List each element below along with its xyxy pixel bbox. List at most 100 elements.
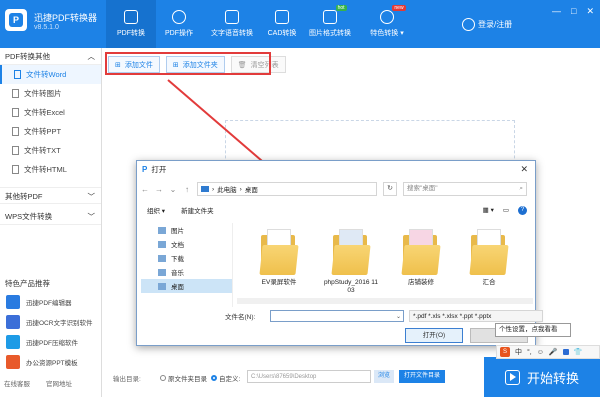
nav-pdf-convert[interactable]: PDF转换 xyxy=(106,0,156,48)
organize-menu[interactable]: 组织 ▾ xyxy=(147,205,165,215)
sidebar-item-image[interactable]: 文件转图片 xyxy=(0,84,101,103)
app-version: v8.5.1.0 xyxy=(34,24,59,31)
file-icon xyxy=(14,70,21,79)
ocr-icon xyxy=(6,315,20,329)
output-path-field[interactable]: C:\Users\87659\Desktop xyxy=(247,370,371,383)
dialog-search-input[interactable]: 搜索"桌面" ⌕ xyxy=(403,182,527,196)
gear-icon xyxy=(172,10,186,24)
filename-input[interactable] xyxy=(270,310,404,322)
sidebar-item-excel[interactable]: 文件转Excel xyxy=(0,103,101,122)
folder-tree: 图片 文档 下载 音乐 桌面 xyxy=(141,223,233,307)
output-label: 输出目录: xyxy=(113,376,141,383)
featured-title: 特色产品推荐 xyxy=(5,279,50,288)
back-icon[interactable]: ← xyxy=(141,185,149,194)
file-icon xyxy=(12,108,19,117)
sidebar-item-word[interactable]: 文件转Word xyxy=(0,65,101,84)
file-icon xyxy=(12,165,19,174)
nav-special[interactable]: 特色转换 ▾ new xyxy=(360,0,414,48)
dialog-close-button[interactable]: ✕ xyxy=(520,164,528,175)
chevron-down-icon[interactable]: ⌄ xyxy=(396,313,401,320)
folder-icon xyxy=(401,229,441,275)
browse-button[interactable]: 浏览 xyxy=(374,370,395,383)
app-title: 迅捷PDF转换器 xyxy=(34,13,98,23)
start-convert-button[interactable]: 开始转换 xyxy=(484,357,600,397)
nav-image-format[interactable]: 图片格式转换 hot xyxy=(302,0,358,48)
refresh-button[interactable]: ↻ xyxy=(383,182,397,196)
nav-pdf-operate[interactable]: PDF操作 xyxy=(156,0,202,48)
new-folder-button[interactable]: 新建文件夹 xyxy=(181,205,214,215)
sidebar: PDF转换其他 ︿ 文件转Word 文件转图片 文件转Excel 文件转PPT 文… xyxy=(0,48,102,397)
sidebar-item-html[interactable]: 文件转HTML xyxy=(0,160,101,179)
featured-ppt-template[interactable]: 办公资源PPT模板 xyxy=(6,354,78,370)
folder-icon xyxy=(331,229,371,275)
tree-item-desktop[interactable]: 桌面 xyxy=(141,279,232,293)
sidebar-item-ppt[interactable]: 文件转PPT xyxy=(0,122,101,141)
star-icon xyxy=(380,10,394,24)
folder-item[interactable]: 店铺装修 xyxy=(391,229,451,287)
ime-toolbar[interactable]: S 中 °, ☺ 🎤 👕 xyxy=(496,345,600,359)
minimize-button[interactable]: — xyxy=(552,6,561,17)
sidebar-section-pdf-to-other[interactable]: PDF转换其他 ︿ xyxy=(0,48,101,65)
folder-item[interactable]: EV录屏软件 xyxy=(249,229,309,287)
skin-icon: 👕 xyxy=(573,349,583,356)
website-link[interactable]: 官网地址 xyxy=(46,378,72,388)
featured-compress[interactable]: 迅捷PDF压缩软件 xyxy=(6,334,78,350)
ppt-icon xyxy=(6,355,20,369)
folder-item[interactable]: phpStudy_2016 11 03 xyxy=(321,229,381,295)
settings-tooltip: 个性设置，点我看看 xyxy=(495,323,571,337)
maximize-button[interactable]: □ xyxy=(571,6,576,17)
open-folder-button[interactable]: 打开文件目录 xyxy=(399,370,446,383)
convert-icon xyxy=(124,10,138,24)
tree-item-documents[interactable]: 文档 xyxy=(141,237,232,251)
filename-label: 文件名(N): xyxy=(225,314,256,321)
image-icon xyxy=(323,10,337,24)
avatar-icon xyxy=(462,18,475,31)
punctuation-icon: °, xyxy=(527,348,532,356)
recent-dropdown-icon[interactable]: ⌄ xyxy=(169,185,177,194)
featured-ocr[interactable]: 迅捷OCR文字识别软件 xyxy=(6,314,92,330)
file-icon xyxy=(12,127,19,136)
mic-icon: 🎤 xyxy=(548,349,558,356)
file-list: EV录屏软件 phpStudy_2016 11 03 店铺装修 汇合 xyxy=(237,223,533,307)
computer-icon xyxy=(201,186,209,192)
address-bar[interactable]: › 此电脑 › 桌面 xyxy=(197,182,377,196)
tree-item-music[interactable]: 音乐 xyxy=(141,265,232,279)
new-badge: new xyxy=(392,5,406,11)
filetype-select[interactable]: *.pdf *.xls *.xlsx *.ppt *.pptx xyxy=(409,310,543,322)
sidebar-item-txt[interactable]: 文件转TXT xyxy=(0,141,101,160)
radio-source-folder[interactable]: 原文件夹目录 xyxy=(160,373,207,383)
tree-item-downloads[interactable]: 下载 xyxy=(141,251,232,265)
sidebar-section-other-to-pdf[interactable]: 其他转PDF ﹀ xyxy=(0,187,101,204)
dialog-title: 打开 xyxy=(151,165,167,174)
voice-icon xyxy=(225,10,239,24)
compress-icon xyxy=(6,335,20,349)
view-toggle-icon[interactable]: ▦ ▾ xyxy=(483,206,494,214)
radio-custom-folder[interactable]: 自定义: xyxy=(211,373,240,383)
tree-item-pictures[interactable]: 图片 xyxy=(141,223,232,237)
nav-cad[interactable]: CAD转换 xyxy=(262,0,302,48)
emoji-icon: ☺ xyxy=(536,348,544,356)
horizontal-scrollbar[interactable] xyxy=(237,298,533,304)
top-bar: P 迅捷PDF转换器 v8.5.1.0 PDF转换 PDF操作 文字语音转换 C… xyxy=(0,0,600,48)
open-button[interactable]: 打开(O) xyxy=(405,328,463,343)
folder-icon xyxy=(259,229,299,275)
pdf-editor-icon xyxy=(6,295,20,309)
app-logo: P xyxy=(5,9,27,31)
app-small-icon: P xyxy=(142,165,148,174)
play-icon xyxy=(504,369,520,385)
preview-pane-icon[interactable]: ▭ xyxy=(503,206,509,214)
nav-text-voice[interactable]: 文字语音转换 xyxy=(202,0,262,48)
folder-item[interactable]: 汇合 xyxy=(459,229,519,287)
sidebar-section-wps[interactable]: WPS文件转换 ﹀ xyxy=(0,208,101,225)
open-file-dialog: P 打开 ✕ ← → ⌄ ↑ › 此电脑 › 桌面 ↻ 搜索"桌面" ⌕ 组织 ▾ 新建… xyxy=(136,160,543,346)
up-icon[interactable]: ↑ xyxy=(183,185,191,194)
login-link[interactable]: 登录/注册 xyxy=(462,18,512,31)
forward-icon[interactable]: → xyxy=(155,185,163,194)
help-icon[interactable]: ? xyxy=(518,205,527,215)
close-button[interactable]: ✕ xyxy=(586,6,594,17)
hot-badge: hot xyxy=(335,5,347,11)
sogou-icon: S xyxy=(500,347,510,357)
online-service-link[interactable]: 在线客服 xyxy=(4,378,30,388)
featured-pdf-editor[interactable]: 迅捷PDF编辑器 xyxy=(6,294,72,310)
annotation-highlight-box xyxy=(105,52,271,75)
